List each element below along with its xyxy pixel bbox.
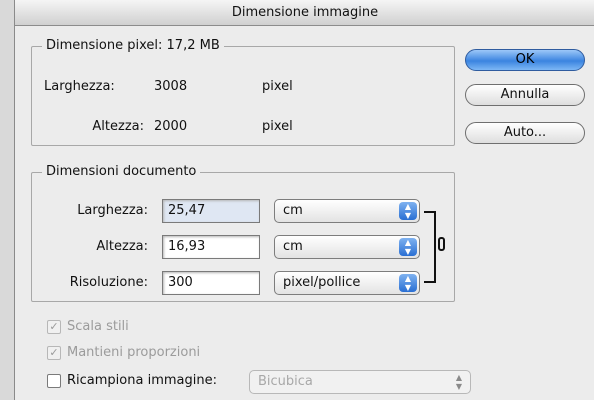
resample-label: Ricampiona immagine: (67, 373, 217, 388)
link-bracket (424, 211, 436, 283)
document-size-title: Dimensioni documento (42, 164, 201, 179)
pixel-height-label: Altezza: (92, 119, 144, 134)
doc-height-unit-select[interactable]: cm ▲ ▼ (274, 235, 420, 259)
auto-button[interactable]: Auto... (465, 122, 585, 144)
pixel-dimensions-group: Dimensione pixel: 17,2 MB Larghezza: 300… (31, 38, 455, 146)
doc-width-input[interactable]: 25,47 (162, 199, 260, 223)
doc-width-unit-select[interactable]: cm ▲ ▼ (274, 199, 420, 223)
doc-width-label: Larghezza: (77, 203, 148, 218)
ok-button[interactable]: OK (465, 49, 585, 71)
pixel-width-value: 3008 (154, 79, 188, 94)
pixel-dimensions-title: Dimensione pixel: 17,2 MB (42, 38, 224, 53)
pixel-width-label: Larghezza: (44, 79, 115, 94)
constrain-proportions-checkbox[interactable]: ✓ (47, 346, 61, 360)
up-down-arrows-icon: ▲ ▼ (399, 238, 417, 256)
resample-method-select[interactable]: Bicubica ▲ ▼ (249, 370, 471, 394)
scale-styles-label: Scala stili (67, 319, 129, 334)
doc-height-input[interactable]: 16,93 (162, 235, 260, 259)
resolution-unit-select[interactable]: pixel/pollice ▲ ▼ (274, 271, 420, 295)
resample-checkbox[interactable] (47, 374, 61, 388)
resolution-input[interactable]: 300 (162, 271, 260, 295)
up-down-arrows-icon: ▲ ▼ (399, 202, 417, 220)
up-down-arrows-icon: ▲ ▼ (455, 373, 463, 391)
pixel-width-unit: pixel (262, 79, 293, 94)
doc-height-label: Altezza: (96, 239, 148, 254)
document-size-group: Dimensioni documento Larghezza: 25,47 cm… (31, 164, 455, 302)
image-size-dialog: Dimensione immagine Dimensione pixel: 17… (14, 0, 594, 400)
chain-link-icon (438, 237, 445, 251)
pixel-height-unit: pixel (262, 119, 293, 134)
pixel-size-value: 17,2 MB (166, 38, 220, 53)
dialog-title: Dimensione immagine (15, 0, 594, 26)
scale-styles-checkbox[interactable]: ✓ (47, 320, 61, 334)
constrain-proportions-label: Mantieni proporzioni (67, 345, 201, 360)
pixel-height-value: 2000 (154, 119, 188, 134)
cancel-button[interactable]: Annulla (465, 84, 585, 106)
resolution-label: Risoluzione: (69, 275, 148, 290)
up-down-arrows-icon: ▲ ▼ (399, 274, 417, 292)
